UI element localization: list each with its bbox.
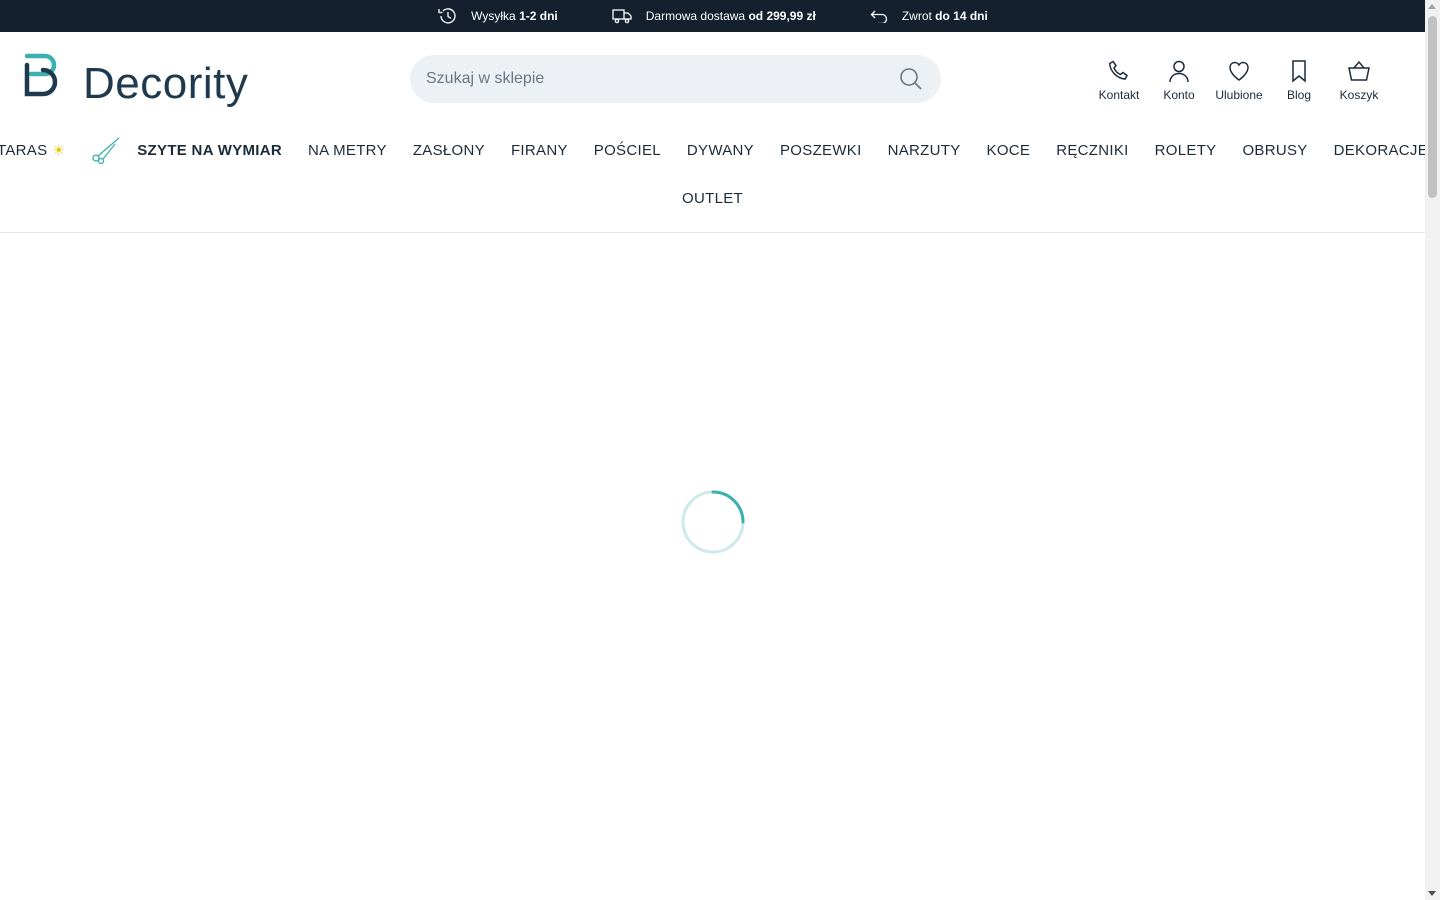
header: Decority Kontakt Konto — [0, 32, 1425, 126]
perk-free-delivery-bold: od 299,99 zł — [748, 9, 816, 23]
scroll-down-arrow-icon[interactable] — [1428, 891, 1436, 896]
nav-item-posciel[interactable]: POŚCIEL — [594, 142, 661, 159]
cart-button[interactable]: Koszyk — [1329, 59, 1389, 102]
account-button[interactable]: Konto — [1149, 59, 1209, 102]
return-arrow-icon — [870, 10, 887, 23]
user-icon — [1169, 60, 1189, 83]
header-actions: Kontakt Konto Ulubione Blog Koszyk — [1089, 59, 1389, 102]
nav-item-szyte-na-wymiar[interactable]: SZYTE NA WYMIAR — [91, 136, 282, 164]
search-bar — [410, 55, 941, 103]
decority-logo-mark-icon — [24, 53, 58, 97]
loading-spinner — [681, 490, 745, 554]
top-info-bar: Wysyłka 1-2 dni Darmowa dostawa od 299,9… — [0, 0, 1425, 32]
scissors-icon — [92, 137, 120, 164]
perk-shipping-text: Wysyłka — [471, 9, 516, 23]
nav-item-taras-label: TARAS — [0, 141, 48, 159]
basket-icon — [1348, 60, 1370, 81]
nav-item-outlet[interactable]: OUTLET — [682, 190, 743, 207]
scroll-up-arrow-icon[interactable] — [1428, 4, 1436, 9]
blog-button[interactable]: Blog — [1269, 59, 1329, 102]
account-label: Konto — [1163, 88, 1195, 102]
main-navigation: TARAS ☀ SZYTE NA WYMIAR NA METRY ZASŁONY… — [0, 126, 1428, 233]
nav-item-reczniki[interactable]: RĘCZNIKI — [1056, 142, 1128, 159]
logo[interactable]: Decority — [23, 52, 248, 106]
favorites-label: Ulubione — [1215, 88, 1263, 102]
search-icon — [900, 68, 922, 90]
nav-item-dekoracje[interactable]: DEKORACJE — [1334, 142, 1428, 159]
nav-item-dywany[interactable]: DYWANY — [687, 142, 754, 159]
nav-row-primary: TARAS ☀ SZYTE NA WYMIAR NA METRY ZASŁONY… — [0, 136, 1428, 164]
sun-icon: ☀ — [52, 141, 66, 158]
contact-button[interactable]: Kontakt — [1089, 59, 1149, 102]
scrollbar-thumb[interactable] — [1428, 16, 1437, 198]
nav-item-koce[interactable]: KOCE — [987, 142, 1031, 159]
contact-label: Kontakt — [1098, 88, 1140, 102]
perk-free-delivery-text: Darmowa dostawa — [645, 9, 746, 23]
favorites-button[interactable]: Ulubione — [1209, 59, 1269, 102]
search-input[interactable] — [426, 70, 897, 88]
clock-history-icon — [438, 8, 456, 24]
nav-item-na-metry[interactable]: NA METRY — [308, 142, 387, 159]
nav-item-poszewki[interactable]: POSZEWKI — [780, 142, 862, 159]
nav-item-obrusy[interactable]: OBRUSY — [1242, 142, 1307, 159]
nav-item-narzuty[interactable]: NARZUTY — [888, 142, 961, 159]
perk-shipping-bold: 1-2 dni — [519, 9, 558, 23]
nav-row-secondary: OUTLET — [0, 190, 1425, 207]
phone-icon — [1108, 60, 1128, 80]
search-button[interactable] — [897, 65, 925, 93]
cart-label: Koszyk — [1339, 88, 1379, 102]
perk-return-bold: do 14 dni — [935, 9, 988, 23]
perk-return: Zwrot do 14 dni — [870, 9, 988, 23]
page: Wysyłka 1-2 dni Darmowa dostawa od 299,9… — [0, 0, 1428, 900]
bookmark-icon — [1292, 60, 1306, 83]
nav-item-taras[interactable]: TARAS ☀ — [0, 142, 65, 159]
perk-free-delivery: Darmowa dostawa od 299,99 zł — [612, 8, 816, 24]
heart-icon — [1229, 61, 1249, 81]
delivery-truck-icon — [612, 9, 632, 24]
nav-item-rolety[interactable]: ROLETY — [1155, 142, 1217, 159]
perk-shipping: Wysyłka 1-2 dni — [437, 7, 558, 25]
nav-item-zaslony[interactable]: ZASŁONY — [413, 142, 485, 159]
nav-item-szyte-label: SZYTE NA WYMIAR — [137, 141, 283, 159]
page-scrollbar[interactable] — [1425, 0, 1440, 900]
perk-return-text: Zwrot — [901, 9, 932, 23]
logo-text: Decority — [83, 59, 249, 108]
blog-label: Blog — [1286, 88, 1312, 102]
nav-item-firany[interactable]: FIRANY — [511, 142, 568, 159]
